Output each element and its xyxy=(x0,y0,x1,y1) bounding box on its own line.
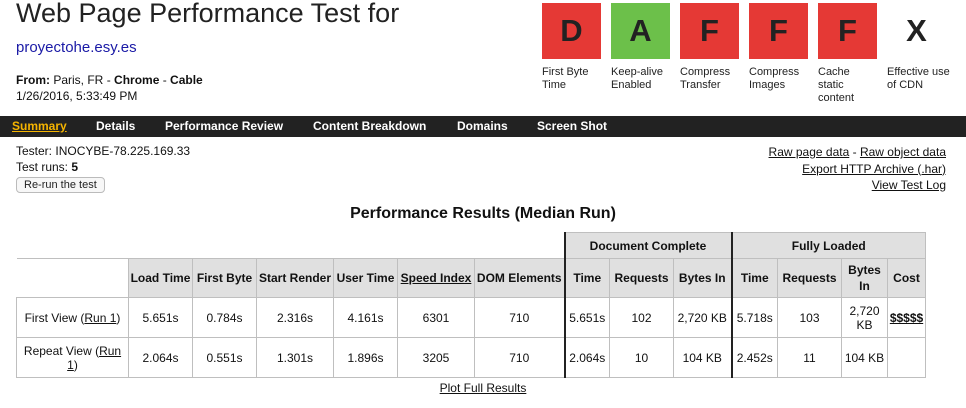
run-link[interactable]: Run 1 xyxy=(84,311,116,325)
grade-label: Keep-alive Enabled xyxy=(611,66,663,91)
grade-first-byte[interactable]: D First Byte Time xyxy=(542,3,602,92)
grade-compress-images[interactable]: F Compress Images xyxy=(749,3,809,92)
cost-link[interactable]: $$$$$ xyxy=(890,311,923,325)
cell-speed-index: 6301 xyxy=(397,297,475,338)
results-title: Performance Results (Median Run) xyxy=(350,205,616,222)
cell-cost xyxy=(887,337,926,378)
page-title: Web Page Performance Test for xyxy=(16,0,400,28)
col-doc-bytes: Bytes In xyxy=(673,258,732,298)
cell-first-byte: 0.551s xyxy=(192,337,257,378)
tab-domains[interactable]: Domains xyxy=(457,119,508,133)
test-location: From: Paris, FR - Chrome - Cable xyxy=(16,73,203,87)
col-first-byte: First Byte xyxy=(192,258,257,298)
cell-full-time: 5.718s xyxy=(730,297,778,338)
plot-full-results-link[interactable]: Plot Full Results xyxy=(440,381,527,395)
cell-load-time: 2.064s xyxy=(128,337,193,378)
col-dom-elements: DOM Elements xyxy=(474,258,565,298)
cell-cost[interactable]: $$$$$ xyxy=(887,297,926,338)
grade-cache-static[interactable]: F Cache static content xyxy=(818,3,878,105)
cell-doc-time: 2.064s xyxy=(563,337,610,378)
col-doc-requests: Requests xyxy=(609,258,674,298)
group-document-complete: Document Complete xyxy=(563,232,732,259)
col-cost: Cost xyxy=(887,258,926,298)
tab-performance-review[interactable]: Performance Review xyxy=(165,119,283,133)
cell-user-time: 1.896s xyxy=(333,337,398,378)
cell-start-render: 2.316s xyxy=(256,297,334,338)
grade-label: First Byte Time xyxy=(542,66,589,91)
grade-label: Effective use of CDN xyxy=(887,66,950,91)
main-nav: Summary Details Performance Review Conte… xyxy=(0,116,966,137)
col-start-render: Start Render xyxy=(256,258,334,298)
tab-screen-shot[interactable]: Screen Shot xyxy=(537,119,607,133)
cell-doc-time: 5.651s xyxy=(563,297,610,338)
cell-start-render: 1.301s xyxy=(256,337,334,378)
grade-letter: F xyxy=(818,3,877,59)
tested-site-link[interactable]: proyectohe.esy.es xyxy=(16,39,137,56)
grade-letter: X xyxy=(906,13,927,48)
cell-doc-requests: 10 xyxy=(609,337,674,378)
grade-keep-alive[interactable]: A Keep-alive Enabled xyxy=(611,3,671,92)
group-fully-loaded: Fully Loaded xyxy=(730,232,926,259)
test-date: 1/26/2016, 5:33:49 PM xyxy=(16,89,138,103)
grade-letter: F xyxy=(680,3,739,59)
col-doc-time: Time xyxy=(563,258,610,298)
cell-doc-bytes: 2,720 KB xyxy=(673,297,732,338)
cell-speed-index: 3205 xyxy=(397,337,475,378)
cell-doc-bytes: 104 KB xyxy=(673,337,732,378)
grade-letter: D xyxy=(542,3,601,59)
col-full-time: Time xyxy=(730,258,778,298)
raw-object-data-link[interactable]: Raw object data xyxy=(860,145,946,159)
cell-full-time: 2.452s xyxy=(730,337,778,378)
rerun-test-button[interactable]: Re-run the test xyxy=(16,177,105,193)
grade-letter: A xyxy=(611,3,670,59)
view-test-log-link[interactable]: View Test Log xyxy=(872,178,946,192)
tab-content-breakdown[interactable]: Content Breakdown xyxy=(313,119,426,133)
cell-user-time: 4.161s xyxy=(333,297,398,338)
row-label: First View (Run 1) xyxy=(16,297,129,338)
cell-full-requests: 11 xyxy=(777,337,842,378)
table-row-repeat-view: Repeat View (Run 1) 2.064s 0.551s 1.301s… xyxy=(16,337,926,378)
cell-full-bytes: 2,720 KB xyxy=(841,297,888,338)
col-full-requests: Requests xyxy=(777,258,842,298)
grade-label: Compress Images xyxy=(749,66,800,91)
grade-compress-transfer[interactable]: F Compress Transfer xyxy=(680,3,740,92)
table-row-first-view: First View (Run 1) 5.651s 0.784s 2.316s … xyxy=(16,297,926,338)
col-user-time: User Time xyxy=(333,258,398,298)
grade-label: Compress Transfer xyxy=(680,66,731,91)
grade-cdn[interactable]: X Effective use of CDN xyxy=(887,3,953,92)
export-har-link[interactable]: Export HTTP Archive (.har) xyxy=(802,162,946,176)
raw-page-data-link[interactable]: Raw page data xyxy=(769,145,850,159)
cell-full-bytes: 104 KB xyxy=(841,337,888,378)
cell-dom-elements: 710 xyxy=(474,337,565,378)
cell-first-byte: 0.784s xyxy=(192,297,257,338)
grade-label: Cache static content xyxy=(818,66,855,104)
row-label: Repeat View (Run 1) xyxy=(16,337,129,378)
test-runs: Test runs: 5 xyxy=(16,160,79,174)
tab-summary[interactable]: Summary xyxy=(12,119,67,133)
cell-doc-requests: 102 xyxy=(609,297,674,338)
col-speed-index[interactable]: Speed Index xyxy=(397,258,475,298)
cell-full-requests: 103 xyxy=(777,297,842,338)
cell-dom-elements: 710 xyxy=(474,297,565,338)
plot-full-results: Plot Full Results xyxy=(0,381,966,395)
tab-details[interactable]: Details xyxy=(96,119,135,133)
results-table: Document Complete Fully Loaded Load Time… xyxy=(16,232,926,378)
grade-letter: F xyxy=(749,3,808,59)
col-load-time: Load Time xyxy=(128,258,193,298)
tester-info: Tester: INOCYBE-78.225.169.33 xyxy=(16,144,191,158)
col-full-bytes: Bytes In xyxy=(841,258,888,298)
data-links: Raw page data - Raw object data Export H… xyxy=(768,145,946,192)
cell-load-time: 5.651s xyxy=(128,297,193,338)
